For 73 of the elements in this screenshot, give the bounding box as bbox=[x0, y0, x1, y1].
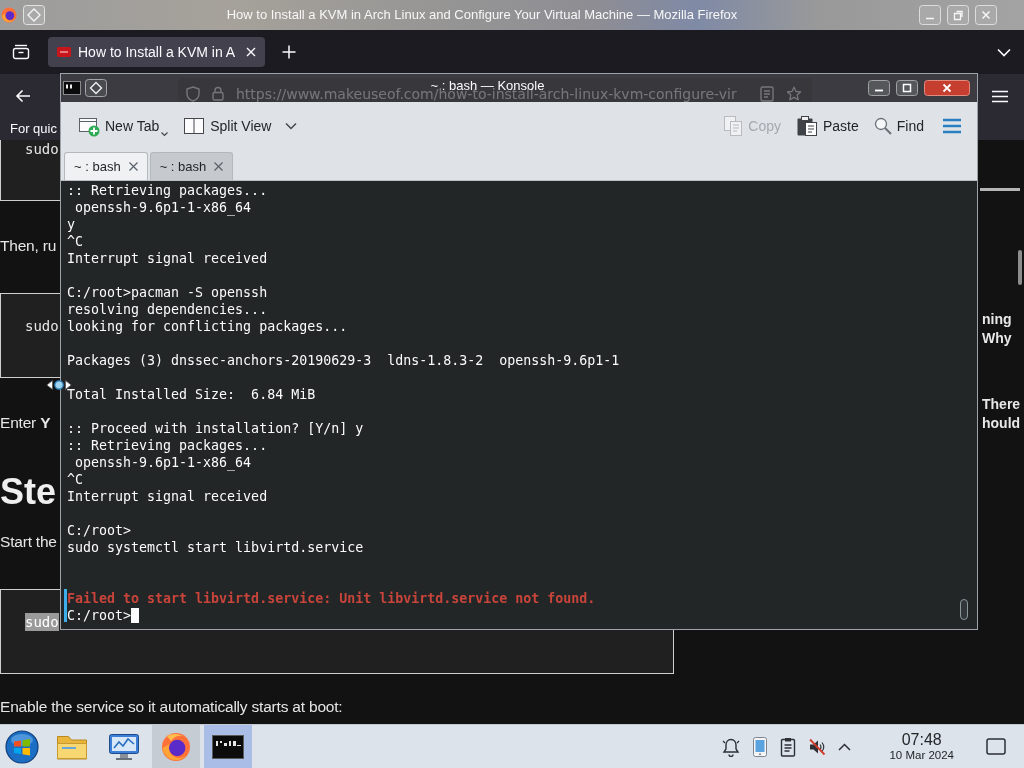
terminal-icon bbox=[212, 734, 244, 759]
window-title: How to Install a KVM in Arch Linux and Configure Your Virtual Machine — Mozilla Firefox bbox=[226, 7, 738, 23]
terminal-line: resolving dependencies... bbox=[67, 302, 268, 317]
terminal-icon bbox=[63, 81, 81, 95]
terminal-line: :: Proceed with installation? [Y/n] y bbox=[67, 421, 364, 436]
terminal-line: C:/root> bbox=[67, 523, 132, 538]
phone-icon[interactable] bbox=[752, 735, 769, 758]
clock-date[interactable]: 10 Mar 2024 bbox=[889, 748, 954, 762]
copy-icon bbox=[723, 115, 744, 137]
terminal-line: openssh-9.6p1-1-x86_64 bbox=[74, 200, 252, 215]
browser-task-button[interactable] bbox=[152, 725, 200, 768]
code-text: sudo bbox=[25, 613, 59, 631]
terminal-line: Packages (3) dnssec-anchors-20190629-3 ldns-1.8.3-2 openssh-9.6p1-1 bbox=[67, 353, 620, 368]
code-text: sudo bbox=[25, 317, 59, 335]
article-text: Enter Y bbox=[0, 413, 51, 433]
terminal-line: Interrupt signal received bbox=[67, 489, 268, 504]
back-arrow-icon[interactable] bbox=[15, 89, 31, 103]
sidebar-link-text[interactable]: There hould bbox=[982, 395, 1021, 433]
terminal-view[interactable] bbox=[61, 181, 977, 629]
terminal-tab[interactable]: ~ : bash bbox=[149, 152, 234, 180]
sidebar-link-text[interactable]: ning Why bbox=[982, 310, 1012, 348]
terminal-line: openssh-9.6p1-1-x86_64 bbox=[74, 455, 252, 470]
terminal-line: Interrupt signal received bbox=[67, 251, 268, 266]
maximize-icon[interactable] bbox=[896, 80, 918, 96]
monitor-icon bbox=[108, 731, 140, 762]
new-tab-icon[interactable] bbox=[282, 45, 296, 59]
site-favicon-icon bbox=[57, 47, 71, 57]
start-orb-icon bbox=[5, 729, 39, 764]
find-button[interactable]: Find bbox=[872, 114, 925, 138]
terminal-tab[interactable]: ~ : bash bbox=[64, 152, 148, 180]
scrollbar-thumb[interactable] bbox=[1018, 250, 1022, 285]
clock-time[interactable]: 07:48 bbox=[901, 731, 942, 748]
minimize-icon[interactable] bbox=[868, 80, 890, 96]
terminal-line: y bbox=[67, 217, 75, 232]
terminal-line: looking for conflicting packages... bbox=[67, 319, 348, 334]
article-text: Then, ru bbox=[0, 236, 57, 256]
terminal-line: :: Retrieving packages... bbox=[67, 183, 268, 198]
close-icon[interactable] bbox=[924, 80, 970, 96]
window-menu-icon[interactable] bbox=[85, 79, 107, 97]
new-tab-button[interactable]: New Tab bbox=[77, 112, 170, 140]
caret-up-icon[interactable] bbox=[838, 742, 852, 751]
bell-icon[interactable] bbox=[722, 736, 741, 757]
window-plus-icon bbox=[78, 115, 100, 137]
article-text: Start the bbox=[0, 532, 57, 552]
terminal-task-button[interactable] bbox=[204, 725, 252, 768]
browser-tab[interactable]: How to Install a KVM in A bbox=[48, 37, 265, 67]
show-desktop-icon[interactable] bbox=[986, 737, 1006, 756]
speaker-muted-icon[interactable] bbox=[808, 737, 827, 756]
article-text: Enable the service so it automatically starts at boot: bbox=[0, 697, 343, 717]
code-text: sudo bbox=[25, 140, 59, 158]
terminal-line: ^C bbox=[67, 472, 83, 487]
section-heading: Ste bbox=[0, 470, 57, 514]
terminal-line: C:/root>pacman -S openssh bbox=[67, 285, 268, 300]
browser-logo-icon bbox=[1, 7, 17, 23]
terminal-line: ^C bbox=[67, 234, 83, 249]
scrollbar-thumb[interactable] bbox=[960, 599, 968, 620]
split-view-button[interactable]: Split View bbox=[182, 112, 299, 140]
line-marker bbox=[64, 589, 67, 622]
terminal-line: Total Installed Size: 6.84 MiB bbox=[67, 387, 316, 402]
tab-list-icon[interactable] bbox=[12, 44, 30, 60]
clipboard-icon bbox=[795, 115, 818, 137]
notice-text: For quic bbox=[10, 120, 57, 138]
browser-icon bbox=[161, 731, 191, 762]
close-icon[interactable] bbox=[128, 162, 138, 171]
terminal-line: sudo systemctl start libvirtd.service bbox=[67, 540, 364, 555]
clipboard-icon[interactable] bbox=[780, 736, 797, 757]
paste-button[interactable]: Paste bbox=[794, 112, 860, 140]
chevron-down-icon[interactable] bbox=[997, 47, 1011, 57]
error-message: Failed to start libvirtd.service: Unit libvirtd.service not found. bbox=[67, 591, 596, 606]
search-icon bbox=[873, 117, 892, 135]
split-columns-icon bbox=[183, 115, 206, 137]
terminal-line: :: Retrieving packages... bbox=[67, 438, 268, 453]
prompt-text: C:/root> bbox=[67, 608, 132, 623]
